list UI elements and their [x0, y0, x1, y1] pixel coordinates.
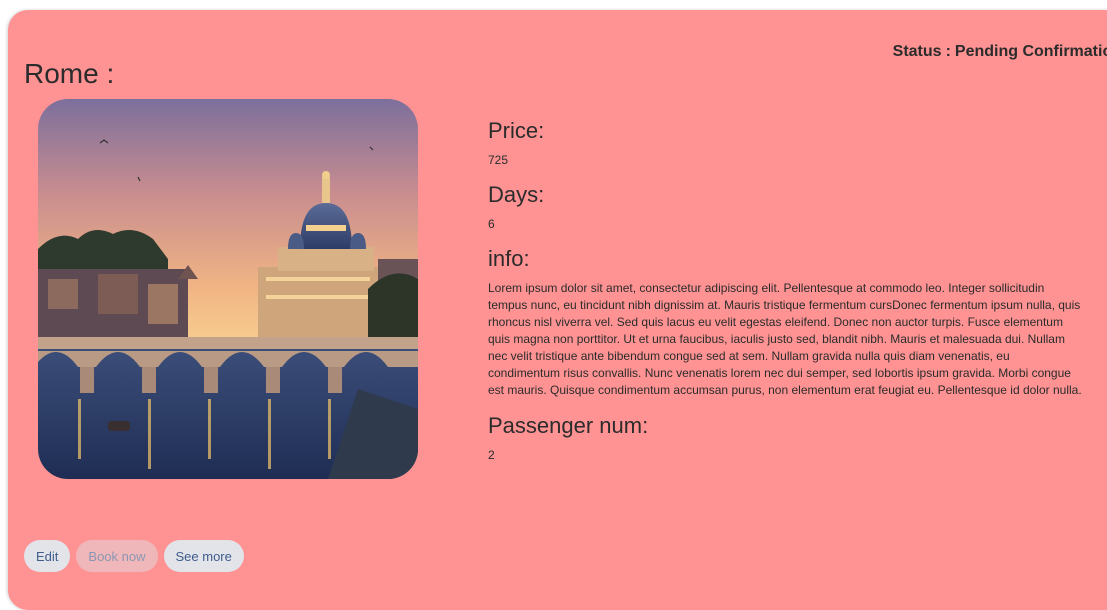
passenger-num-value: 2 [488, 448, 495, 462]
info-label: info: [488, 246, 530, 271]
price-value: 725 [488, 153, 509, 167]
action-buttons: Edit Book now See more [24, 540, 244, 572]
city-title: Rome : [24, 58, 115, 89]
status-value: Pending Confirmation [954, 43, 1107, 60]
status-label: Status [892, 43, 942, 60]
passenger-num-label: Passenger num: [488, 413, 649, 438]
book-now-button[interactable]: Book now [76, 540, 158, 572]
edit-button[interactable]: Edit [24, 540, 71, 572]
status-separator: : [945, 43, 951, 60]
rome-sunset-photo-icon [38, 99, 418, 479]
info-text: Lorem ipsum dolor sit amet, consectetur … [488, 281, 1082, 397]
days-value: 6 [488, 217, 495, 231]
days-label: Days: [488, 182, 545, 207]
status-line: Status: Pending Confirmation [893, 43, 1107, 61]
see-more-button[interactable]: See more [163, 540, 244, 572]
trip-details: Price: 725 Days: 6 info: Lorem ipsum dol… [488, 118, 1088, 477]
price-label: Price: [488, 118, 545, 143]
rome-photo [38, 99, 418, 479]
